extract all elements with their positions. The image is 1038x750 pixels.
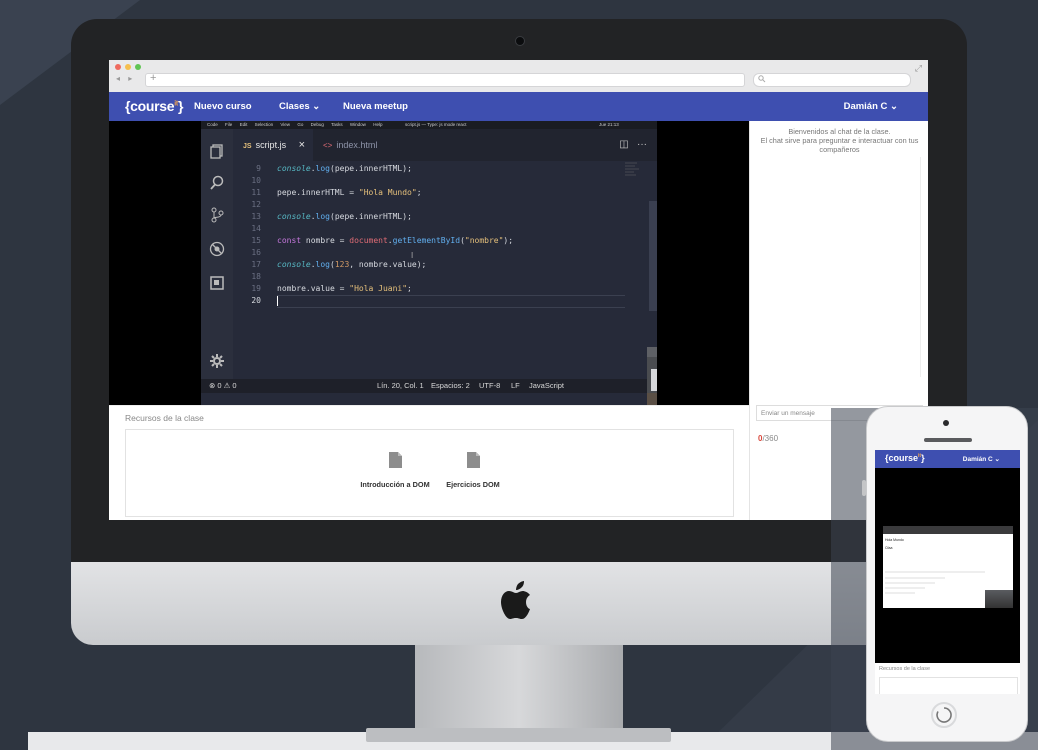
phone-resources-list — [879, 677, 1018, 694]
imac-stand-base — [366, 728, 671, 742]
phone-resources: Recursos de la clase — [875, 663, 1020, 694]
debug-icon — [209, 241, 225, 257]
minimize-window-button[interactable] — [125, 64, 131, 70]
resource-label: Introducción a DOM — [360, 480, 430, 489]
tab-label: script.js — [255, 140, 287, 150]
course-logo[interactable]: {courseit} — [125, 98, 183, 114]
phone-video[interactable]: Hola Mundo Cfaa — [883, 526, 1013, 608]
user-menu[interactable]: Damián C ⌄ — [844, 101, 898, 112]
phone-resources-title: Recursos de la clase — [879, 666, 931, 672]
tab-label: index.html — [336, 140, 378, 150]
extensions-icon — [210, 276, 224, 290]
nav-nuevo-curso[interactable]: Nuevo curso — [194, 101, 252, 112]
editor-tabs: JS script.js × <> index.html ◫ ··· — [233, 129, 657, 161]
apple-logo-icon — [501, 581, 530, 619]
explorer-icon — [210, 144, 223, 159]
menu-debug: Debug — [310, 122, 324, 127]
eol-setting[interactable]: LF — [511, 379, 520, 393]
editor-scrollbar[interactable] — [649, 201, 657, 311]
chat-welcome: Bienvenidos al chat de la clase. El chat … — [760, 127, 919, 154]
menu-window: Window — [349, 122, 366, 127]
phone-speaker — [924, 438, 972, 442]
close-tab-icon[interactable]: × — [299, 129, 305, 161]
webcam-feed — [647, 347, 657, 405]
tab-script-js[interactable]: JS script.js × — [233, 129, 313, 161]
app-navbar: {courseit} Nuevo curso Clases ⌄ Nueva me… — [109, 92, 928, 121]
mac-menubar: Code File Edit Selection View Go Debug T… — [201, 121, 657, 129]
url-bar[interactable]: + — [145, 72, 745, 87]
browser-search-input[interactable] — [753, 73, 911, 87]
document-icon — [466, 452, 480, 468]
imac-stand — [415, 645, 623, 735]
menu-code: Code — [207, 122, 218, 127]
menubar-clock: Jue 21:13 — [599, 122, 619, 127]
tab-index-html[interactable]: <> index.html — [313, 129, 393, 161]
menu-file: File — [225, 122, 233, 127]
phone-screen: {courseit} Damián C ⌄ Hola Mundo Cfaa Re… — [875, 450, 1020, 694]
more-actions-icon[interactable]: ··· — [637, 139, 647, 150]
imac-screen: ◂ ▸ + ⤢ {courseit} Nuevo curso Clases ⌄ … — [109, 60, 928, 520]
phone-video-toolbar — [883, 526, 1013, 534]
language-mode[interactable]: JavaScript — [529, 379, 564, 393]
phone-navbar: {courseit} Damián C ⌄ — [875, 450, 1020, 468]
html-file-icon: <> — [323, 141, 333, 150]
encoding-setting[interactable]: UTF-8 — [479, 379, 500, 393]
resources-list: Introducción a DOM Ejercicios DOM — [125, 429, 734, 517]
cursor-position[interactable]: Lín. 20, Col. 1 — [377, 379, 424, 393]
phone-devtools — [885, 571, 985, 594]
class-resources: Recursos de la clase Introducción a DOM … — [109, 405, 749, 520]
maximize-window-button[interactable] — [135, 64, 141, 70]
phone-video-text: Hola Mundo — [885, 538, 904, 542]
nav-nueva-meetup[interactable]: Nueva meetup — [343, 101, 408, 112]
new-tab-icon[interactable]: + — [150, 72, 156, 84]
settings-gear-icon — [210, 354, 224, 368]
phone-user-menu[interactable]: Damián C ⌄ — [963, 455, 1000, 463]
editor-window-title: script.js — Type: js mode react — [405, 122, 467, 127]
fullscreen-icon[interactable]: ⤢ — [915, 63, 922, 74]
menu-selection: Selection — [254, 122, 274, 127]
resources-title: Recursos de la clase — [125, 413, 204, 423]
phone-webcam-feed — [985, 590, 1013, 608]
menu-go: Go — [297, 122, 304, 127]
back-forward-icon[interactable]: ◂ ▸ — [116, 74, 135, 83]
current-line-highlight — [277, 295, 625, 308]
mouse-ibeam-icon: I — [411, 251, 414, 260]
chat-messages[interactable] — [758, 157, 921, 377]
problems-count[interactable]: ⊗ 0 ⚠ 0 — [209, 379, 237, 393]
js-file-icon: JS — [243, 143, 252, 150]
resource-label: Ejercicios DOM — [446, 480, 500, 489]
loading-spinner-icon — [936, 707, 952, 723]
source-control-icon — [211, 207, 224, 223]
menu-tasks: Tasks — [331, 122, 343, 127]
imac-camera — [515, 36, 525, 46]
document-icon — [388, 452, 402, 468]
split-editor-icon[interactable]: ◫ — [619, 139, 628, 150]
editor-statusbar: ⊗ 0 ⚠ 0 Lín. 20, Col. 1 Espacios: 2 UTF-… — [201, 379, 657, 393]
menu-view: View — [280, 122, 291, 127]
nav-clases[interactable]: Clases ⌄ — [279, 101, 320, 112]
minimap[interactable] — [625, 161, 643, 179]
code-editor[interactable]: 9 console.log(pepe.innerHTML); 10 11 pepe.… — [233, 161, 657, 379]
close-window-button[interactable] — [115, 64, 121, 70]
activity-bar — [201, 129, 233, 391]
text-caret — [277, 296, 278, 306]
menu-help: Help — [373, 122, 383, 127]
resource-ejercicios-dom[interactable]: Ejercicios DOM — [428, 452, 518, 492]
class-video[interactable]: Code File Edit Selection View Go Debug T… — [109, 121, 749, 405]
search-icon — [758, 75, 766, 83]
vscode-window: Code File Edit Selection View Go Debug T… — [201, 121, 657, 405]
editor-actions: ◫ ··· — [619, 129, 647, 161]
indent-setting[interactable]: Espacios: 2 — [431, 379, 470, 393]
browser-toolbar: ◂ ▸ + ⤢ — [109, 60, 928, 93]
phone-course-logo[interactable]: {courseit} — [885, 453, 925, 463]
menu-edit: Edit — [239, 122, 248, 127]
phone-camera — [943, 420, 949, 426]
resource-intro-dom[interactable]: Introducción a DOM — [350, 452, 440, 492]
phone-video-text: Cfaa — [885, 546, 893, 550]
chat-char-counter: 0/360 — [758, 434, 779, 443]
search-icon — [210, 175, 224, 190]
